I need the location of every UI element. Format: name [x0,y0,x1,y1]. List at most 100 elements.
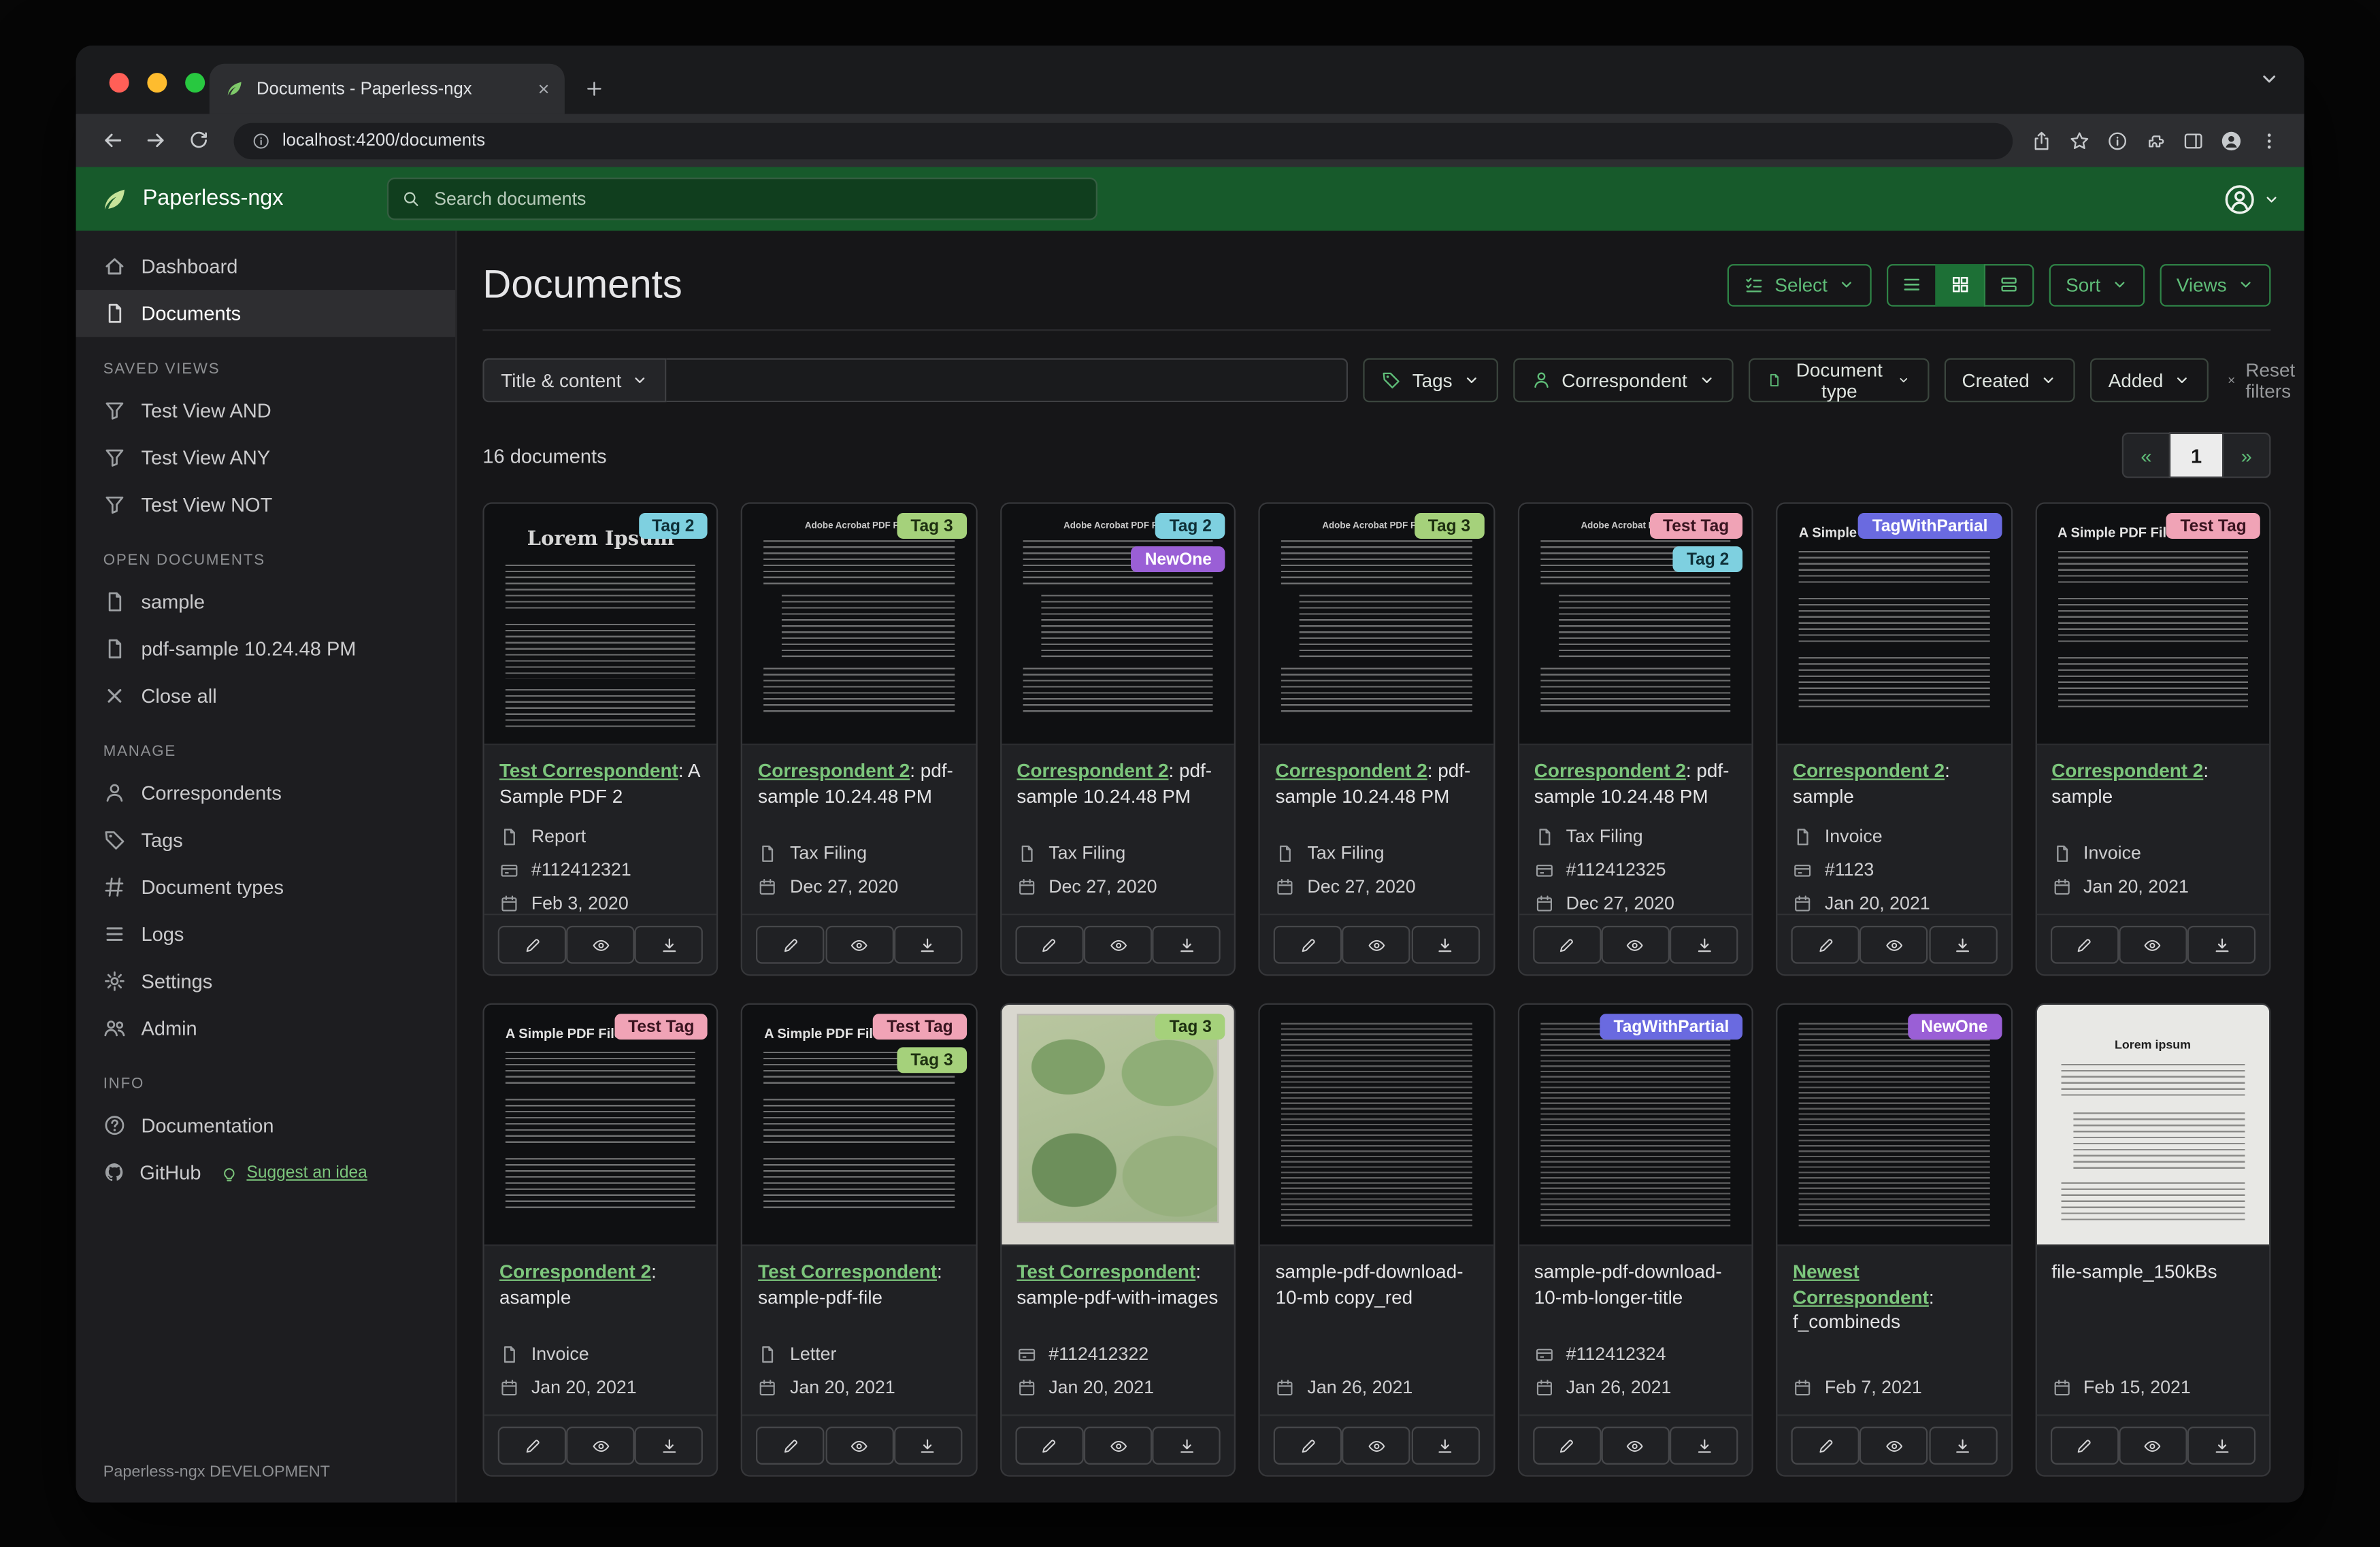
sidebar-item-admin[interactable]: Admin [76,1005,456,1052]
tag-badge[interactable]: Tag 2 [1155,513,1225,539]
reload-button[interactable] [179,122,216,159]
download-button[interactable] [893,925,963,964]
document-thumbnail[interactable]: A Simple PDF File Test Tag [2036,503,2270,746]
side-panel-icon[interactable] [2183,130,2204,151]
sidebar-item-saved-view-not[interactable]: Test View NOT [76,481,456,528]
view-button[interactable] [1342,1427,1411,1465]
edit-button[interactable] [1791,1427,1860,1465]
view-button[interactable] [2118,925,2187,964]
document-thumbnail[interactable]: Tag 3 [1002,1004,1235,1246]
share-icon[interactable] [2031,130,2052,151]
tags-filter-button[interactable]: Tags [1363,358,1498,403]
document-card[interactable]: A Simple PDF File Test Tag Correspondent… [2034,502,2271,976]
edit-button[interactable] [1015,1427,1084,1465]
github-link[interactable]: GitHub [139,1161,201,1184]
correspondent-link[interactable]: Correspondent 2 [499,1261,651,1282]
correspondent-link[interactable]: Newest Correspondent [1793,1261,1929,1308]
edit-button[interactable] [1274,1427,1342,1465]
forward-button[interactable] [137,122,173,159]
document-thumbnail[interactable]: A Simple PDF File Test Tag Tag 3 [742,1004,976,1246]
sidebar-item-saved-view-any[interactable]: Test View ANY [76,434,456,481]
back-button[interactable] [94,122,131,159]
site-info-icon[interactable] [252,131,270,150]
edit-button[interactable] [497,1427,567,1465]
tab-search-chevron-icon[interactable] [2259,68,2280,89]
document-card[interactable]: NewOne Newest Correspondent: f_combineds… [1776,1003,2013,1477]
download-button[interactable] [1670,1427,1738,1465]
profile-avatar-icon[interactable] [2221,130,2242,151]
new-tab-button[interactable] [574,68,613,107]
edit-button[interactable] [1532,925,1601,964]
sort-button[interactable]: Sort [2049,263,2145,306]
correspondent-link[interactable]: Test Correspondent [1017,1261,1195,1282]
view-button[interactable] [825,925,894,964]
document-thumbnail[interactable]: Adobe Acrobat PDF Files Tag 2 NewOne [1002,503,1235,746]
sidebar-item-settings[interactable]: Settings [76,958,456,1005]
edit-button[interactable] [497,925,567,964]
created-filter-button[interactable]: Created [1943,358,2075,403]
download-button[interactable] [1928,1427,1997,1465]
document-thumbnail[interactable]: Adobe Acrobat PDF Files Tag 3 [1260,503,1493,746]
document-card[interactable]: Lorem Ipsum Tag 2 Test Correspondent: A … [482,502,719,976]
detail-view-button[interactable] [1983,263,2034,306]
prev-page-button[interactable]: « [2121,432,2171,478]
edit-button[interactable] [1274,925,1342,964]
download-button[interactable] [2187,1427,2256,1465]
tag-badge[interactable]: Test Tag [873,1014,967,1040]
tag-badge[interactable]: Tag 3 [1155,1014,1225,1040]
view-button[interactable] [1860,1427,1929,1465]
tag-badge[interactable]: Tag 2 [638,513,708,539]
document-thumbnail[interactable]: TagWithPartial [1519,1004,1752,1246]
download-button[interactable] [1411,925,1480,964]
document-card[interactable]: A Simple PDF File TagWithPartial Corresp… [1776,502,2013,976]
edit-button[interactable] [1791,925,1860,964]
extensions-puzzle-icon[interactable] [2145,130,2166,151]
close-window-button[interactable] [109,73,129,93]
sidebar-item-documentation[interactable]: Documentation [76,1102,456,1149]
correspondent-link[interactable]: Test Correspondent [499,761,678,782]
app-brand[interactable]: Paperless-ngx [100,184,283,213]
sidebar-item-correspondents[interactable]: Correspondents [76,769,456,816]
view-button[interactable] [825,1427,894,1465]
zoom-window-button[interactable] [185,73,205,93]
tag-badge[interactable]: TagWithPartial [1600,1014,1743,1040]
correspondent-link[interactable]: Correspondent 2 [1017,761,1168,782]
document-card[interactable]: TagWithPartial sample-pdf-download-10-mb… [1517,1003,1754,1477]
download-button[interactable] [893,1427,963,1465]
edit-button[interactable] [2049,925,2119,964]
tag-badge[interactable]: Tag 3 [897,1047,967,1074]
sidebar-item-open-doc-pdf-sample[interactable]: pdf-sample 10.24.48 PM [76,625,456,672]
search-input[interactable] [431,186,1082,212]
added-filter-button[interactable]: Added [2089,358,2209,403]
sidebar-item-tags[interactable]: Tags [76,816,456,863]
document-card[interactable]: A Simple PDF File Test Tag Tag 3 Test Cor… [741,1003,978,1477]
edit-button[interactable] [1015,925,1084,964]
correspondent-link[interactable]: Correspondent 2 [1276,761,1427,782]
view-button[interactable] [566,1427,635,1465]
correspondent-link[interactable]: Test Correspondent [758,1261,937,1282]
download-button[interactable] [635,1427,704,1465]
tag-badge[interactable]: Tag 3 [897,513,967,539]
tag-badge[interactable]: Test Tag [1649,513,1743,539]
correspondent-link[interactable]: Correspondent 2 [2051,761,2203,782]
user-menu[interactable] [2224,183,2280,215]
download-button[interactable] [1670,925,1738,964]
edit-button[interactable] [1532,1427,1601,1465]
browser-menu-icon[interactable] [2259,130,2280,151]
current-page-button[interactable]: 1 [2168,432,2224,478]
tag-badge[interactable]: TagWithPartial [1858,513,2002,539]
document-card[interactable]: Adobe Acrobat PDF Files Test Tag Tag 2 Co… [1517,502,1754,976]
correspondent-link[interactable]: Correspondent 2 [1793,761,1945,782]
sidebar-item-close-all[interactable]: Close all [76,672,456,719]
document-card[interactable]: Adobe Acrobat PDF Files Tag 3 Correspond… [741,502,978,976]
correspondent-filter-button[interactable]: Correspondent [1513,358,1733,403]
select-button[interactable]: Select [1728,263,1872,306]
download-button[interactable] [1152,925,1221,964]
view-button[interactable] [1601,1427,1670,1465]
global-search[interactable] [386,178,1097,220]
download-button[interactable] [1928,925,1997,964]
download-button[interactable] [1411,1427,1480,1465]
title-content-dropdown[interactable]: Title & content [482,358,667,403]
title-content-input[interactable] [667,358,1349,403]
document-thumbnail[interactable]: Adobe Acrobat PDF Files Tag 3 [742,503,976,746]
